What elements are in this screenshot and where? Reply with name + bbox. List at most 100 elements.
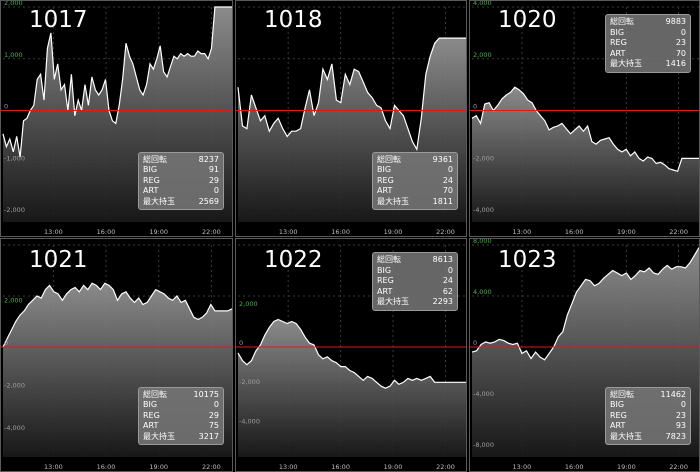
stats-row: 最大持玉 2293 — [377, 297, 453, 308]
stats-row: 最大持玉 1811 — [377, 197, 453, 208]
y-tick-label: 0 — [4, 339, 8, 347]
chart-panel-1018[interactable]: 13:00 16:00 19:00 22:00 1018 総回転 9361 BIG 0 REG 24… — [235, 0, 467, 237]
stats-row: 最大持玉 2569 — [143, 197, 219, 208]
x-tick-label: 22:00 — [669, 463, 688, 471]
stats-label: ART — [610, 421, 626, 430]
y-tick-label: 1,000 — [4, 51, 23, 59]
x-tick-label: 22:00 — [202, 228, 221, 236]
stats-row: BIG 0 — [143, 400, 219, 411]
stats-label: BIG — [610, 400, 625, 409]
stats-value: 93 — [675, 421, 686, 430]
stats-box: 総回転 9361 BIG 0 REG 24 ART 70 最大持玉 1811 — [372, 151, 458, 210]
x-tick-label: 13:00 — [279, 463, 298, 471]
stats-value: 24 — [442, 276, 453, 285]
x-tick-label: 16:00 — [331, 228, 350, 236]
stats-label: REG — [610, 410, 627, 420]
stats-value: 1416 — [665, 59, 686, 68]
x-tick-label: 19:00 — [617, 228, 636, 236]
stats-row: 最大持玉 1416 — [610, 59, 686, 70]
x-tick-label: 19:00 — [149, 228, 168, 236]
stats-label: 総回転 — [610, 17, 634, 26]
stats-label: 総回転 — [610, 389, 634, 399]
stats-row: ART 70 — [610, 49, 686, 60]
y-tick-label: 0 — [473, 339, 477, 347]
machine-number: 1022 — [264, 247, 323, 273]
stats-label: 最大持玉 — [610, 59, 642, 68]
x-tick-label: 16:00 — [97, 228, 116, 236]
stats-row: ART 70 — [377, 186, 453, 197]
x-tick-label: 19:00 — [384, 228, 403, 236]
stats-label: REG — [143, 175, 160, 185]
y-tick-label: 4,000 — [473, 288, 492, 296]
stats-row: ART 93 — [610, 421, 686, 432]
stats-value: 0 — [213, 186, 219, 195]
stats-row: BIG 0 — [377, 266, 453, 277]
stats-row: BIG 0 — [610, 28, 686, 39]
machine-number: 1020 — [498, 7, 557, 33]
stats-box: 総回転 8613 BIG 0 REG 24 ART 62 最大持玉 2293 — [372, 252, 458, 311]
stats-label: BIG — [377, 265, 392, 275]
x-tick-label: 19:00 — [617, 463, 636, 471]
y-tick-label: 2,000 — [473, 51, 492, 59]
stats-value: 2569 — [198, 196, 219, 206]
stats-value: 0 — [213, 400, 219, 409]
stats-label: REG — [610, 38, 627, 47]
stats-label: 最大持玉 — [377, 196, 409, 206]
y-tick-label: 4,000 — [473, 1, 492, 7]
chart-panel-1017[interactable]: 2,000 1,000 0 -1,000 -2,000 13:00 16:00 19:00 22… — [0, 0, 233, 237]
stats-value: 8613 — [432, 255, 453, 264]
y-tick-label: -2,000 — [4, 206, 25, 214]
stats-label: ART — [377, 286, 393, 296]
stats-label: BIG — [143, 165, 158, 174]
stats-label: BIG — [377, 165, 392, 174]
x-tick-label: 13:00 — [44, 228, 63, 236]
stats-value: 2293 — [432, 297, 453, 306]
stats-value: 8237 — [198, 154, 219, 164]
machine-number: 1023 — [498, 247, 557, 273]
stats-label: 総回転 — [377, 154, 401, 164]
stats-value: 9361 — [432, 154, 453, 164]
y-tick-label: -2,000 — [473, 154, 494, 162]
stats-value: 70 — [675, 48, 686, 58]
series-area — [238, 319, 466, 457]
x-tick-label: 13:00 — [513, 463, 532, 471]
x-tick-label: 13:00 — [513, 228, 532, 236]
chart-panel-1020[interactable]: 4,000 2,000 0 -2,000 -4,000 13:00 16:00 19:00 22… — [469, 0, 700, 237]
stats-row: 総回転 9883 — [610, 17, 686, 28]
y-tick-label: -8,000 — [473, 441, 494, 449]
machine-number: 1017 — [29, 7, 88, 33]
stats-label: REG — [377, 175, 394, 185]
chart-panel-1023[interactable]: 8,000 4,000 0 -4,000 -8,000 13:00 16:00 19:00 22… — [469, 238, 700, 472]
x-tick-label: 13:00 — [44, 463, 63, 471]
chart-panel-1021[interactable]: 2,000 0 -2,000 -4,000 13:00 16:00 19:00 22:00 10… — [0, 238, 233, 472]
stats-label: 最大持玉 — [377, 297, 409, 306]
stats-value: 0 — [447, 165, 453, 174]
stats-label: 総回転 — [143, 154, 167, 164]
stats-value: 75 — [208, 421, 219, 430]
stats-row: REG 29 — [143, 176, 219, 187]
stats-row: REG 23 — [610, 38, 686, 49]
stats-row: 総回転 9361 — [377, 155, 453, 166]
stats-row: 総回転 10175 — [143, 390, 219, 401]
y-tick-label: 0 — [473, 103, 477, 111]
y-tick-label: -2,000 — [4, 382, 25, 390]
stats-row: REG 23 — [610, 411, 686, 422]
stats-label: 最大持玉 — [143, 431, 175, 441]
y-tick-label: -4,000 — [473, 206, 494, 214]
stats-label: ART — [610, 48, 626, 58]
x-tick-label: 19:00 — [149, 463, 168, 471]
x-tick-label: 22:00 — [669, 228, 688, 236]
y-tick-label: 0 — [239, 339, 243, 347]
stats-label: ART — [377, 186, 393, 195]
stats-value: 0 — [680, 400, 686, 409]
y-tick-label: 2,000 — [4, 297, 23, 305]
y-tick-label: -1,000 — [4, 154, 25, 162]
stats-row: 最大持玉 7823 — [610, 432, 686, 443]
stats-value: 0 — [680, 27, 686, 37]
stats-value: 1811 — [432, 196, 453, 206]
chart-panel-1022[interactable]: 2,000 0 -2,000 -4,000 13:00 16:00 19:00 22:00 10… — [235, 238, 467, 472]
stats-label: BIG — [143, 400, 158, 409]
stats-label: BIG — [610, 27, 625, 37]
x-tick-label: 22:00 — [436, 228, 455, 236]
stats-box: 総回転 9883 BIG 0 REG 23 ART 70 最大持玉 1416 — [605, 14, 691, 73]
